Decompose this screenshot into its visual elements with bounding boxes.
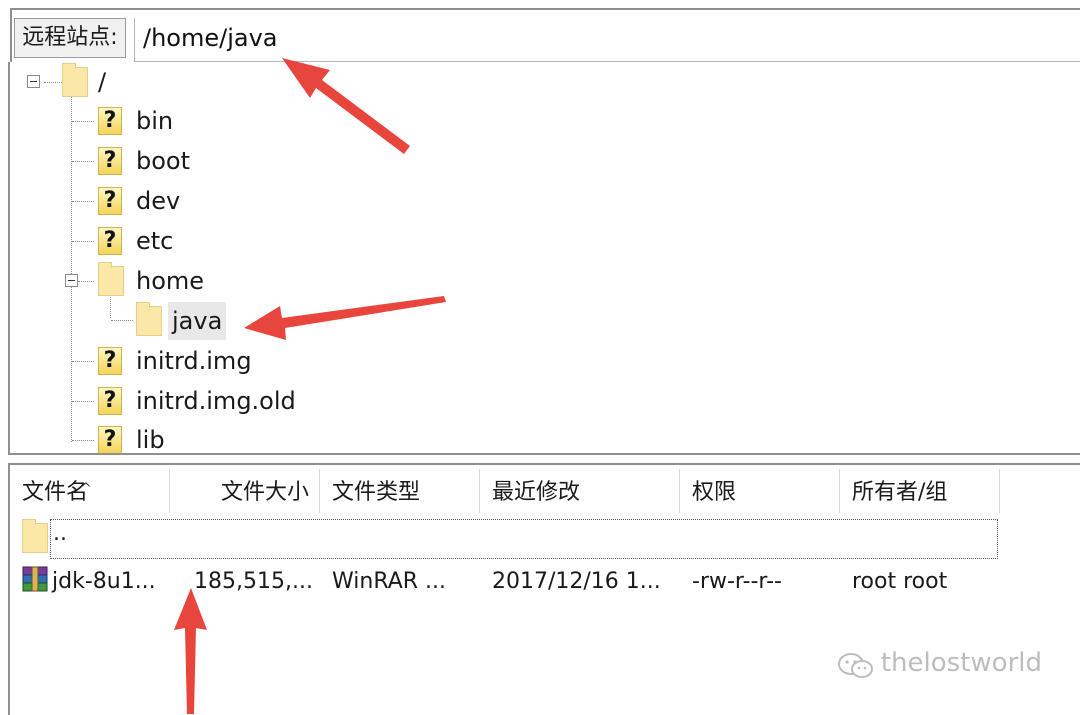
arrow-to-filesize xyxy=(174,588,207,714)
annotation-arrows xyxy=(174,58,446,714)
arrow-to-java xyxy=(244,296,446,340)
arrow-to-path xyxy=(282,58,410,154)
